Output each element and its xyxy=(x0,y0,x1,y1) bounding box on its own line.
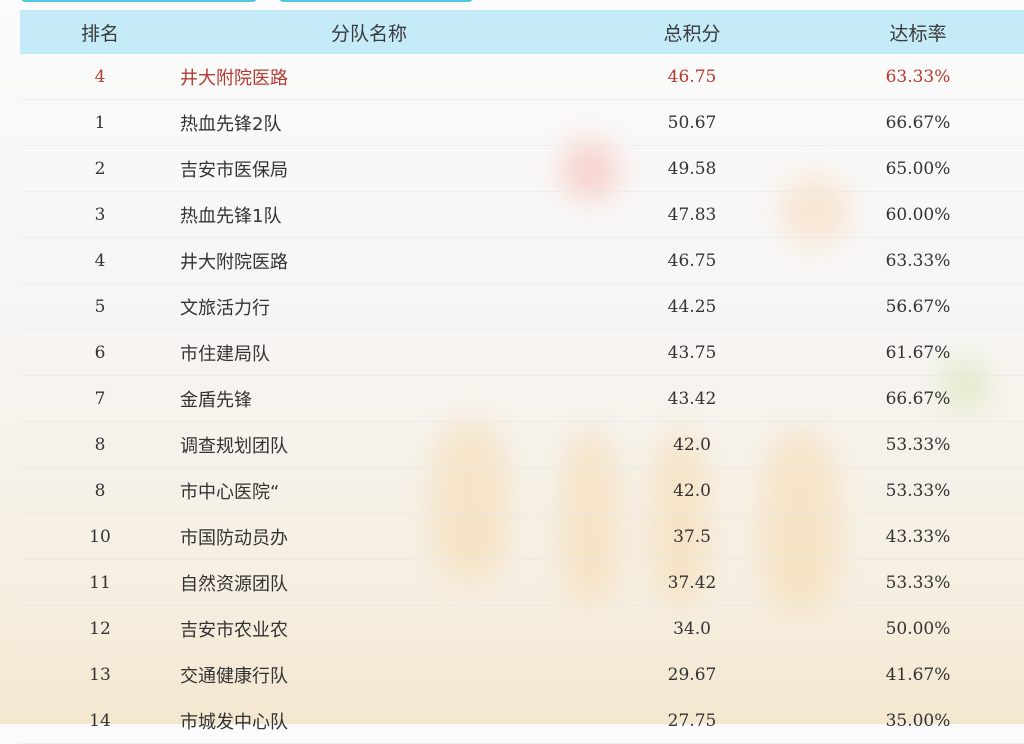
row-score: 27.75 xyxy=(667,710,717,731)
row-rate: 63.33% xyxy=(885,66,951,87)
row-rank: 11 xyxy=(89,572,111,593)
row-score: 37.42 xyxy=(667,572,717,593)
table-row[interactable]: 2 吉安市医保局 49.58 65.00% xyxy=(20,146,1024,192)
table-row[interactable]: 6 市住建局队 43.75 61.67% xyxy=(20,330,1024,376)
row-score: 37.5 xyxy=(673,526,711,547)
row-rate: 66.67% xyxy=(885,388,951,409)
ranking-table: 排名 分队名称 总积分 达标率 4 井大附院医路 46.75 63.33% 1 … xyxy=(20,10,1024,744)
row-team-name: 市国防动员办 xyxy=(180,527,288,549)
row-rate: 60.00% xyxy=(885,204,951,225)
row-team-name: 市住建局队 xyxy=(180,343,270,365)
row-rank: 7 xyxy=(94,388,106,409)
row-rate: 53.33% xyxy=(885,480,951,501)
row-score: 47.83 xyxy=(667,204,717,225)
header-total-score: 总积分 xyxy=(663,22,721,45)
row-team-name: 吉安市农业农 xyxy=(180,619,288,641)
row-rank: 4 xyxy=(94,66,106,87)
table-row[interactable]: 7 金盾先锋 43.42 66.67% xyxy=(20,376,1024,422)
row-score: 49.58 xyxy=(667,158,717,179)
row-rate: 41.67% xyxy=(885,664,951,685)
row-score: 46.75 xyxy=(667,66,717,87)
table-row[interactable]: 11 自然资源团队 37.42 53.33% xyxy=(20,560,1024,606)
row-rate: 43.33% xyxy=(885,526,951,547)
row-team-name: 金盾先锋 xyxy=(180,389,252,411)
row-rank: 3 xyxy=(94,204,106,225)
row-rate: 61.67% xyxy=(885,342,951,363)
tab-left[interactable] xyxy=(20,0,258,2)
row-team-name: 文旅活力行 xyxy=(180,297,270,319)
row-score: 43.42 xyxy=(667,388,717,409)
row-rank: 5 xyxy=(94,296,106,317)
header-rate: 达标率 xyxy=(889,22,947,45)
row-score: 43.75 xyxy=(667,342,717,363)
table-row[interactable]: 13 交通健康行队 29.67 41.67% xyxy=(20,652,1024,698)
row-rank: 4 xyxy=(94,250,106,271)
row-rank: 10 xyxy=(89,526,111,547)
row-score: 42.0 xyxy=(673,434,711,455)
row-rank: 8 xyxy=(94,480,106,501)
table-row[interactable]: 8 调查规划团队 42.0 53.33% xyxy=(20,422,1024,468)
row-score: 34.0 xyxy=(673,618,711,639)
row-team-name: 吉安市医保局 xyxy=(180,159,288,181)
tab-right[interactable] xyxy=(278,0,474,2)
row-team-name: 市城发中心队 xyxy=(180,711,288,733)
row-rank: 2 xyxy=(94,158,106,179)
table-row[interactable]: 14 市城发中心队 27.75 35.00% xyxy=(20,698,1024,744)
row-rate: 56.67% xyxy=(885,296,951,317)
row-rank: 6 xyxy=(94,342,106,363)
row-team-name: 交通健康行队 xyxy=(180,665,288,687)
row-score: 44.25 xyxy=(667,296,717,317)
row-rank: 1 xyxy=(94,112,106,133)
row-team-name: 井大附院医路 xyxy=(180,251,288,273)
row-rate: 63.33% xyxy=(885,250,951,271)
row-team-name: 调查规划团队 xyxy=(180,435,288,457)
row-rate: 50.00% xyxy=(885,618,951,639)
table-row[interactable]: 12 吉安市农业农 34.0 50.00% xyxy=(20,606,1024,652)
table-row[interactable]: 3 热血先锋1队 47.83 60.00% xyxy=(20,192,1024,238)
table-header: 排名 分队名称 总积分 达标率 xyxy=(20,10,1024,54)
table-row[interactable]: 4 井大附院医路 46.75 63.33% xyxy=(20,238,1024,284)
row-team-name: 井大附院医路 xyxy=(180,67,288,89)
row-score: 50.67 xyxy=(667,112,717,133)
header-rank: 排名 xyxy=(80,22,119,45)
row-rate: 53.33% xyxy=(885,572,951,593)
row-score: 42.0 xyxy=(673,480,711,501)
row-rate: 66.67% xyxy=(885,112,951,133)
row-rank: 8 xyxy=(94,434,106,455)
row-score: 29.67 xyxy=(667,664,717,685)
table-row[interactable]: 1 热血先锋2队 50.67 66.67% xyxy=(20,100,1024,146)
row-rate: 65.00% xyxy=(885,158,951,179)
row-rate: 53.33% xyxy=(885,434,951,455)
row-score: 46.75 xyxy=(667,250,717,271)
row-team-name: 热血先锋1队 xyxy=(180,205,282,227)
row-rank: 14 xyxy=(89,710,111,731)
my-team-row[interactable]: 4 井大附院医路 46.75 63.33% xyxy=(20,54,1024,100)
row-rate: 35.00% xyxy=(885,710,951,731)
row-team-name: 市中心医院“ xyxy=(180,481,280,503)
header-team-name: 分队名称 xyxy=(330,22,407,45)
table-row[interactable]: 10 市国防动员办 37.5 43.33% xyxy=(20,514,1024,560)
table-row[interactable]: 5 文旅活力行 44.25 56.67% xyxy=(20,284,1024,330)
table-row[interactable]: 8 市中心医院“ 42.0 53.33% xyxy=(20,468,1024,514)
row-team-name: 自然资源团队 xyxy=(180,573,288,595)
row-team-name: 热血先锋2队 xyxy=(180,113,282,135)
row-rank: 13 xyxy=(89,664,111,685)
row-rank: 12 xyxy=(89,618,111,639)
